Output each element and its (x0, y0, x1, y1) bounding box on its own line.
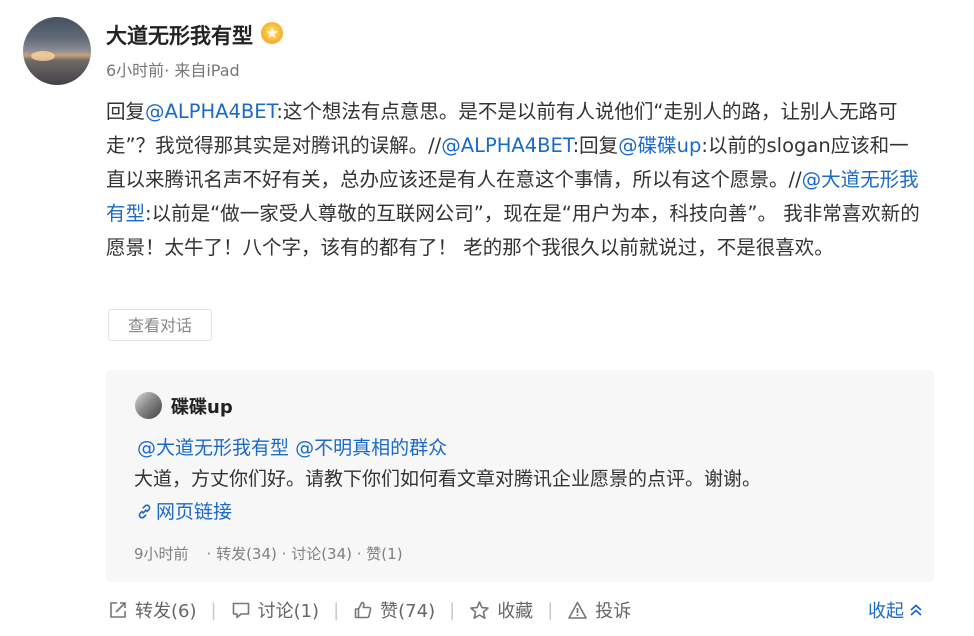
quoted-author-avatar[interactable] (135, 392, 162, 419)
author-name[interactable]: 大道无形我有型 (106, 20, 253, 50)
verified-badge-icon (261, 22, 283, 44)
post-text: 回复 (106, 100, 146, 123)
mention-link[interactable]: @ALPHA4BET (441, 134, 572, 157)
star-icon (470, 600, 489, 619)
comment-button[interactable]: 讨论(1) (231, 597, 320, 623)
post-meta: 6小时前· 来自iPad (106, 57, 240, 81)
comment-label: 讨论(1) (257, 601, 320, 622)
mention-link[interactable]: @碟碟up (618, 134, 701, 157)
mention-link[interactable]: @不明真相的群众 (295, 437, 447, 459)
report-label: 投诉 (595, 601, 632, 622)
repost-icon (110, 602, 126, 618)
post-body: 回复@ALPHA4BET:这个想法有点意思。是不是以前有人说他们“走别人的路，让… (106, 95, 926, 265)
web-link[interactable]: 网页链接 (136, 497, 232, 524)
favorite-button[interactable]: 收藏 (469, 597, 533, 623)
quoted-post: 碟碟up @大道无形我有型 @不明真相的群众 大道，方丈你们好。请教下你们如何看… (106, 370, 934, 582)
quoted-comment-count[interactable]: · 讨论(34) (282, 545, 352, 563)
like-label: 赞(74) (380, 601, 436, 622)
mention-link[interactable]: @ALPHA4BET (145, 100, 276, 123)
mention-link[interactable]: @大道无形我有型 (137, 437, 289, 459)
view-conversation-button[interactable]: 查看对话 (108, 309, 212, 341)
divider: | (210, 599, 217, 621)
divider: | (449, 599, 456, 621)
repost-button[interactable]: 转发(6) (108, 597, 197, 623)
warning-icon (568, 601, 588, 619)
post-time[interactable]: 6小时前 (106, 61, 164, 80)
post-text: :回复 (572, 134, 619, 157)
quoted-like-count[interactable]: · 赞(1) (357, 545, 403, 563)
quoted-text: 大道，方丈你们好。请教下你们如何看文章对腾讯企业愿景的点评。谢谢。 (134, 468, 762, 490)
post-source: · 来自iPad (164, 61, 240, 80)
web-link-label: 网页链接 (156, 501, 233, 523)
quoted-mentions: @大道无形我有型 @不明真相的群众 (137, 433, 447, 460)
comment-icon (232, 602, 249, 619)
post-text: :以前是“做一家受人尊敬的互联网公司”，现在是“用户为本，科技向善”。 我非常喜… (106, 202, 920, 259)
collapse-button[interactable]: 收起 (868, 597, 924, 623)
divider: | (333, 599, 340, 621)
double-chevron-up-icon (910, 604, 922, 616)
quoted-time[interactable]: 9小时前 (134, 545, 189, 563)
repost-label: 转发(6) (135, 601, 197, 622)
link-icon (138, 504, 151, 519)
author-avatar[interactable] (23, 17, 91, 85)
quoted-repost-count[interactable]: · 转发(34) (207, 545, 277, 563)
report-button[interactable]: 投诉 (567, 597, 631, 623)
quoted-author-name[interactable]: 碟碟up (171, 393, 233, 419)
favorite-label: 收藏 (497, 601, 534, 622)
thumbs-up-icon (354, 601, 372, 619)
divider: | (547, 599, 554, 621)
like-button[interactable]: 赞(74) (353, 597, 435, 623)
quoted-meta: 9小时前 · 转发(34) · 讨论(34) · 赞(1) (134, 543, 403, 564)
collapse-label: 收起 (868, 601, 904, 622)
action-bar: 转发(6) | 讨论(1) | 赞(74) | 收藏 | 投诉 (108, 597, 631, 623)
